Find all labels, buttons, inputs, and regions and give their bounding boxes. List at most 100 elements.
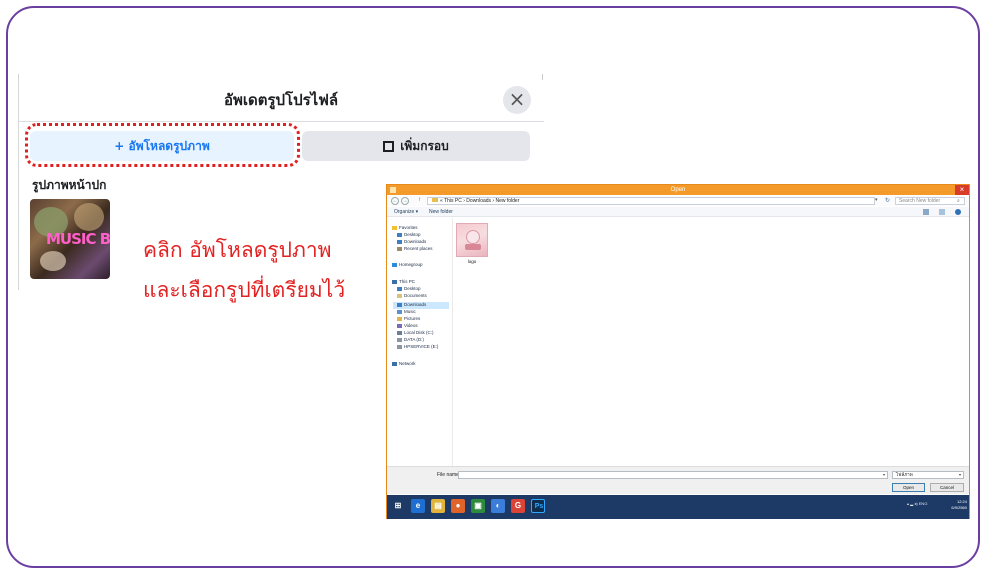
add-frame-label: เพิ่มกรอบ bbox=[400, 138, 449, 153]
nav-label: Desktop bbox=[404, 232, 421, 237]
folder-icon bbox=[432, 198, 438, 202]
back-button[interactable]: ← bbox=[391, 197, 399, 205]
nav-videos[interactable]: Videos bbox=[397, 323, 418, 329]
nav-data-drive[interactable]: DATA (D:) bbox=[397, 337, 424, 343]
divider bbox=[18, 121, 544, 122]
taskbar-app-line[interactable]: ▣ bbox=[471, 499, 485, 513]
drive-icon bbox=[397, 330, 402, 335]
start-button[interactable]: ⊞ bbox=[391, 499, 405, 513]
music-icon bbox=[397, 309, 402, 314]
nav-label: Downloads bbox=[404, 302, 427, 307]
line-app-icon: ▣ bbox=[474, 501, 482, 510]
breadcrumb: « This PC › Downloads › New folder bbox=[440, 198, 520, 204]
address-bar[interactable]: « This PC › Downloads › New folder bbox=[427, 197, 875, 205]
taskbar-app-explorer[interactable]: ▤ bbox=[431, 499, 445, 513]
help-icon[interactable] bbox=[955, 209, 961, 215]
search-input[interactable]: Search New folder ⌕ bbox=[895, 197, 965, 205]
cancel-button[interactable]: Cancel bbox=[930, 483, 964, 492]
downloads-icon bbox=[397, 302, 402, 307]
new-folder-button[interactable]: New folder bbox=[429, 207, 453, 217]
highlight-annotation bbox=[25, 123, 300, 167]
documents-icon bbox=[397, 293, 402, 298]
instruction-line-2: และเลือกรูปที่เตรียมไว้ bbox=[143, 278, 346, 302]
nav-label: Videos bbox=[404, 323, 418, 328]
star-icon bbox=[392, 225, 397, 230]
homegroup-icon bbox=[392, 262, 397, 267]
close-button[interactable]: × bbox=[503, 86, 531, 114]
taskbar-app-edge[interactable]: ◐ bbox=[491, 499, 505, 513]
taskbar-app-photoshop[interactable]: Ps bbox=[531, 499, 545, 513]
taskbar-app-chrome[interactable]: G bbox=[511, 499, 525, 513]
thumbnail-globe bbox=[74, 203, 104, 231]
desktop-icon bbox=[397, 232, 402, 237]
nav-label: Music bbox=[404, 309, 416, 314]
forward-button[interactable]: → bbox=[401, 197, 409, 205]
nav-documents[interactable]: Documents bbox=[397, 293, 427, 299]
refresh-icon: ↻ bbox=[885, 198, 891, 204]
thumbnail-globe bbox=[40, 251, 66, 271]
recent-icon bbox=[397, 246, 402, 251]
preview-pane-icon[interactable] bbox=[939, 209, 945, 215]
add-frame-button[interactable]: เพิ่มกรอบ bbox=[302, 131, 530, 161]
dialog-title: Open bbox=[670, 187, 686, 193]
nav-local-disk[interactable]: Local Disk (C:) bbox=[397, 330, 434, 336]
nav-desktop[interactable]: Desktop bbox=[397, 232, 421, 238]
file-name-input[interactable]: ▾ bbox=[458, 471, 888, 479]
nav-label: Local Disk (C:) bbox=[404, 330, 434, 335]
command-toolbar: Organize ▾ New folder bbox=[387, 207, 969, 217]
clock-date: 6/9/2560 bbox=[951, 505, 967, 510]
nav-homegroup[interactable]: Homegroup bbox=[392, 262, 423, 268]
file-name-label: File name: bbox=[437, 472, 461, 478]
nav-music[interactable]: Music bbox=[397, 309, 416, 315]
windows-taskbar: ⊞ e ▤ ● ▣ ◐ G Ps ▴ ▂ ◂) ENG 12:24 6/9/25… bbox=[387, 495, 969, 519]
close-button[interactable]: × bbox=[955, 185, 969, 195]
nav-downloads[interactable]: Downloads bbox=[397, 239, 426, 245]
address-path: « This PC › Downloads › New folder bbox=[432, 198, 519, 204]
view-options-icon[interactable] bbox=[923, 209, 929, 215]
drive-icon bbox=[397, 337, 402, 342]
network-icon bbox=[392, 361, 397, 366]
nav-favorites[interactable]: Favorites bbox=[392, 225, 418, 231]
taskbar-app-ie[interactable]: e bbox=[411, 499, 425, 513]
nav-label: Homegroup bbox=[399, 262, 423, 267]
nav-label: Network bbox=[399, 361, 416, 366]
cover-photo-thumbnail[interactable]: MUSIC BO bbox=[30, 199, 110, 279]
instruction-line-1: คลิก อัพโหลดรูปภาพ bbox=[143, 238, 332, 262]
taskbar-app-firefox[interactable]: ● bbox=[451, 499, 465, 513]
nav-label: HPSERVICE (E:) bbox=[404, 344, 439, 349]
navigation-pane: Favorites Desktop Downloads Recent place… bbox=[387, 218, 453, 466]
thumbnail-caption: MUSIC BO bbox=[46, 230, 110, 248]
refresh-button[interactable]: ↻ bbox=[885, 197, 890, 204]
downloads-icon bbox=[397, 239, 402, 244]
up-button[interactable]: ↑ bbox=[418, 197, 421, 203]
nav-label: Desktop bbox=[404, 286, 421, 291]
nav-hpservice-drive[interactable]: HPSERVICE (E:) bbox=[397, 344, 438, 350]
internet-explorer-icon: e bbox=[415, 501, 421, 510]
chevron-down-icon[interactable]: ▾ bbox=[883, 472, 885, 478]
computer-icon bbox=[392, 279, 397, 284]
nav-pictures[interactable]: Pictures bbox=[397, 316, 420, 322]
app-icon: ◐ bbox=[495, 501, 501, 510]
open-button[interactable]: Open bbox=[892, 483, 925, 492]
nav-label: Documents bbox=[404, 293, 427, 298]
snow-globe-base bbox=[465, 244, 481, 250]
videos-icon bbox=[397, 323, 402, 328]
nav-pc-downloads[interactable]: Downloads bbox=[397, 302, 426, 308]
image-thumbnail bbox=[456, 223, 488, 257]
close-icon: × bbox=[508, 87, 526, 111]
cover-photos-label: รูปภาพหน้าปก bbox=[32, 178, 107, 192]
nav-this-pc[interactable]: This PC bbox=[392, 279, 415, 285]
drive-icon bbox=[397, 344, 402, 349]
file-type-select[interactable]: ไฟล์ภาพ ▾ bbox=[892, 471, 964, 479]
nav-label: DATA (D:) bbox=[404, 337, 424, 342]
nav-network[interactable]: Network bbox=[392, 361, 416, 367]
address-dropdown-button[interactable]: ▾ bbox=[875, 197, 878, 203]
file-item[interactable]: logo bbox=[453, 223, 491, 267]
taskbar-clock[interactable]: 12:24 6/9/2560 bbox=[937, 499, 967, 511]
address-row: ← → ↑ « This PC › Downloads › New folder… bbox=[387, 196, 969, 206]
organize-menu[interactable]: Organize ▾ bbox=[394, 207, 418, 217]
nav-recent-places[interactable]: Recent places bbox=[397, 246, 433, 252]
nav-pc-desktop[interactable]: Desktop bbox=[397, 286, 421, 292]
nav-label: Recent places bbox=[404, 246, 433, 251]
system-tray[interactable]: ▴ ▂ ◂) ENG bbox=[907, 501, 927, 506]
